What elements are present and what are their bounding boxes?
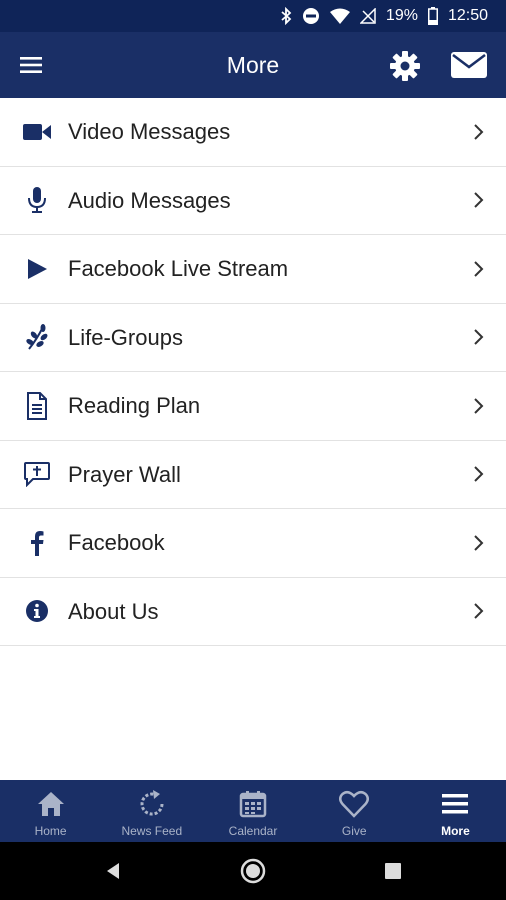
do-not-disturb-icon — [302, 7, 320, 25]
tab-label: More — [441, 824, 470, 838]
chevron-right-icon — [474, 466, 484, 482]
recent-apps-square-icon — [385, 863, 401, 879]
hamburger-menu-button[interactable] — [18, 51, 52, 79]
chevron-right-icon — [474, 329, 484, 345]
document-icon — [22, 391, 52, 421]
menu-item-facebook[interactable]: Facebook — [0, 509, 506, 578]
menu-item-audio-messages[interactable]: Audio Messages — [0, 167, 506, 235]
calendar-icon — [237, 788, 269, 820]
menu-item-life-groups[interactable]: Life-Groups — [0, 304, 506, 372]
settings-button[interactable] — [387, 48, 423, 84]
page-title: More — [226, 52, 280, 78]
app-screen: 19% 12:50 More Video Messages Audio Mess… — [0, 0, 506, 900]
home-icon — [35, 788, 67, 820]
tab-label: Calendar — [228, 824, 278, 838]
cross-speech-bubble-icon — [22, 459, 52, 489]
info-icon — [22, 596, 52, 626]
refresh-icon — [136, 788, 168, 820]
leaf-branch-icon — [22, 322, 52, 352]
chevron-right-icon — [474, 535, 484, 551]
tab-label: News Feed — [121, 824, 183, 838]
recent-apps-button[interactable] — [384, 862, 402, 880]
battery-percent: 19% — [385, 7, 418, 24]
hamburger-menu-icon — [20, 57, 42, 73]
chevron-right-icon — [474, 261, 484, 277]
messages-button[interactable] — [450, 50, 488, 80]
hamburger-icon — [439, 788, 471, 820]
menu-item-label: Facebook — [68, 530, 165, 555]
menu-item-about-us[interactable]: About Us — [0, 578, 506, 646]
wifi-icon — [329, 8, 350, 24]
heart-icon — [338, 788, 370, 820]
tab-give[interactable]: Give — [304, 780, 405, 842]
app-bar: More — [0, 32, 506, 98]
back-button[interactable] — [103, 861, 123, 881]
menu-item-prayer-wall[interactable]: Prayer Wall — [0, 441, 506, 509]
menu-item-label: About Us — [68, 598, 159, 624]
menu-item-video-messages[interactable]: Video Messages — [0, 98, 506, 167]
tab-calendar[interactable]: Calendar — [202, 780, 303, 842]
system-nav-bar — [0, 842, 506, 900]
gear-icon — [390, 51, 420, 81]
chevron-right-icon — [474, 124, 484, 140]
microphone-icon — [22, 185, 52, 215]
bluetooth-icon — [280, 7, 292, 25]
menu-item-facebook-live-stream[interactable]: Facebook Live Stream — [0, 235, 506, 304]
video-camera-icon — [22, 117, 52, 147]
tab-more[interactable]: More — [405, 780, 506, 842]
battery-icon — [427, 7, 438, 25]
menu-item-label: Reading Plan — [68, 393, 201, 418]
menu-item-label: Life-Groups — [68, 324, 183, 350]
chevron-right-icon — [474, 192, 484, 208]
mail-icon — [451, 52, 487, 78]
tab-label: Give — [341, 824, 367, 838]
tab-label: Home — [34, 824, 67, 838]
home-circle-icon — [240, 858, 266, 884]
home-button[interactable] — [240, 858, 266, 884]
facebook-icon — [22, 528, 52, 558]
chevron-right-icon — [474, 398, 484, 414]
chevron-right-icon — [474, 603, 484, 619]
menu-item-label: Facebook Live Stream — [68, 256, 289, 281]
status-icons: 19% 12:50 — [280, 0, 488, 32]
menu-item-reading-plan[interactable]: Reading Plan — [0, 372, 506, 441]
menu-item-label: Video Messages — [68, 119, 231, 144]
clock: 12:50 — [447, 7, 488, 24]
bottom-tab-bar: Home News Feed Calendar Give More — [0, 780, 506, 842]
tab-news-feed[interactable]: News Feed — [101, 780, 202, 842]
menu-item-label: Audio Messages — [68, 187, 231, 213]
no-signal-icon — [359, 8, 376, 24]
play-icon — [22, 254, 52, 284]
tab-home[interactable]: Home — [0, 780, 101, 842]
back-triangle-icon — [107, 863, 119, 879]
more-menu-list: Video Messages Audio Messages Facebook L… — [0, 98, 506, 646]
status-bar: 19% 12:50 — [0, 0, 506, 32]
menu-item-label: Prayer Wall — [68, 461, 181, 487]
